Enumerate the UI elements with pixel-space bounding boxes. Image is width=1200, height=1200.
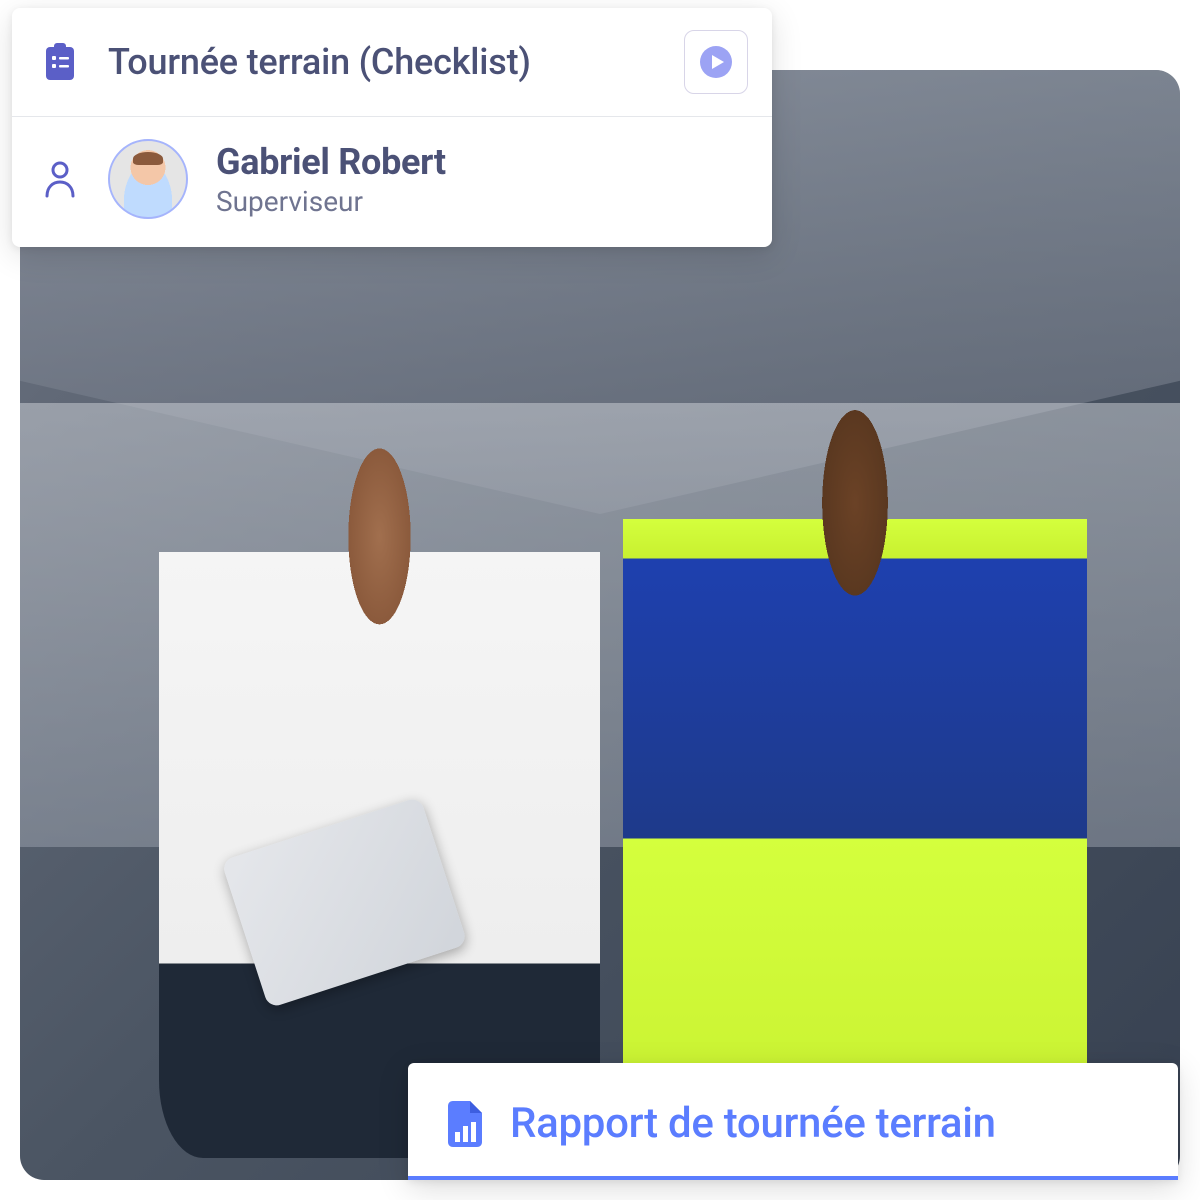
play-button[interactable] — [684, 30, 748, 94]
clipboard-icon — [40, 40, 80, 84]
checklist-card: Tournée terrain (Checklist) Gabriel Robe… — [12, 8, 772, 247]
person-icon — [40, 157, 80, 201]
photo-person-worker — [623, 359, 1087, 1158]
report-title: Rapport de tournée terrain — [510, 1099, 996, 1148]
checklist-user-row: Gabriel Robert Superviseur — [12, 117, 772, 247]
checklist-title: Tournée terrain (Checklist) — [108, 41, 656, 83]
photo-person-supervisor — [159, 381, 600, 1158]
document-chart-icon — [444, 1100, 486, 1148]
report-content: Rapport de tournée terrain — [444, 1099, 1142, 1148]
checklist-header: Tournée terrain (Checklist) — [12, 8, 772, 117]
user-role: Superviseur — [216, 185, 446, 218]
report-card[interactable]: Rapport de tournée terrain — [408, 1063, 1178, 1180]
avatar — [108, 139, 188, 219]
play-icon — [698, 44, 734, 80]
user-name: Gabriel Robert — [216, 141, 446, 183]
user-info: Gabriel Robert Superviseur — [216, 141, 446, 218]
